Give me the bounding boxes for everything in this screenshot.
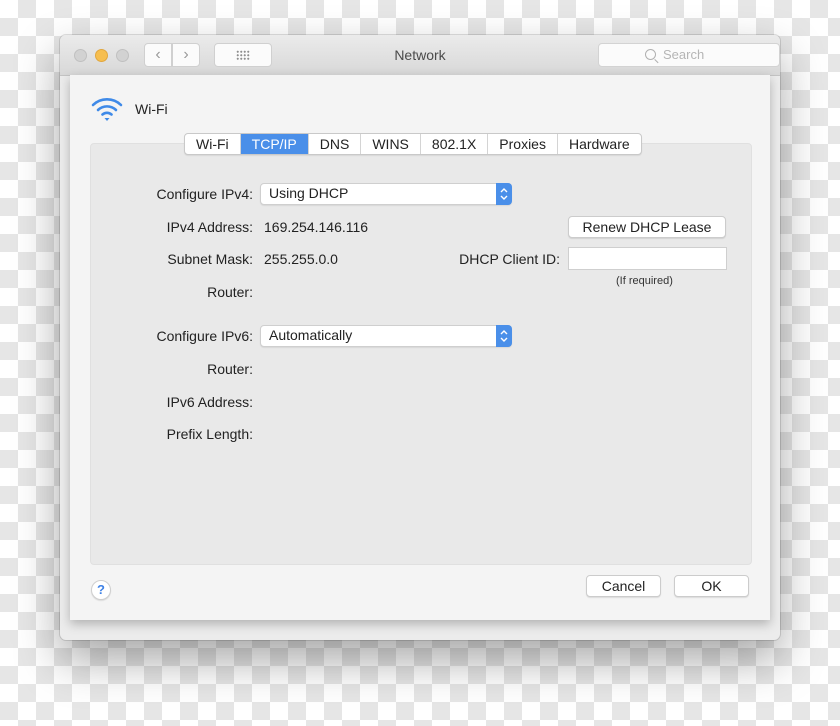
dhcp-client-id-label: DHCP Client ID: [459, 251, 560, 267]
tab-8021x[interactable]: 802.1X [421, 134, 489, 154]
tab-proxies[interactable]: Proxies [488, 134, 558, 154]
configure-ipv6-value: Automatically [269, 327, 353, 343]
dhcp-client-id-field[interactable] [568, 247, 727, 270]
tab-wins[interactable]: WINS [361, 134, 421, 154]
tab-dns[interactable]: DNS [309, 134, 362, 154]
popup-stepper-icon [496, 183, 512, 205]
tab-content-panel [90, 143, 752, 565]
subnet-mask-label: Subnet Mask: [167, 251, 253, 267]
ok-button[interactable]: OK [674, 575, 749, 597]
renew-dhcp-lease-button[interactable]: Renew DHCP Lease [568, 216, 726, 238]
cancel-button[interactable]: Cancel [586, 575, 661, 597]
prefix-length-label: Prefix Length: [166, 426, 253, 442]
tab-tcpip[interactable]: TCP/IP [240, 134, 309, 154]
tab-wifi[interactable]: Wi-Fi [185, 134, 241, 154]
ipv4-router-label: Router: [207, 284, 253, 300]
help-button[interactable]: ? [91, 580, 111, 600]
interface-name: Wi-Fi [135, 101, 168, 117]
configure-ipv4-value: Using DHCP [269, 185, 349, 201]
configure-ipv4-label: Configure IPv4: [156, 186, 254, 202]
ipv4-address-value: 169.254.146.116 [264, 219, 369, 235]
search-field[interactable]: Search [598, 43, 780, 67]
network-preferences-window: ‹ › Network Search Wi-Fi Wi-Fi TCP/IP DN… [60, 35, 780, 640]
subnet-mask-value: 255.255.0.0 [264, 251, 338, 267]
ipv4-address-label: IPv4 Address: [166, 219, 253, 235]
search-icon [645, 49, 656, 60]
ipv6-address-label: IPv6 Address: [166, 394, 253, 410]
wifi-icon [91, 98, 123, 121]
title-bar: ‹ › Network Search [60, 35, 780, 76]
popup-stepper-icon [496, 325, 512, 347]
configure-ipv6-popup[interactable]: Automatically [260, 325, 512, 347]
tab-hardware[interactable]: Hardware [558, 134, 641, 154]
configure-ipv6-label: Configure IPv6: [156, 328, 254, 344]
advanced-settings-sheet: Wi-Fi Wi-Fi TCP/IP DNS WINS 802.1X Proxi… [70, 75, 770, 620]
dhcp-client-id-hint: (If required) [616, 275, 673, 287]
ipv6-router-label: Router: [207, 361, 253, 377]
tab-bar: Wi-Fi TCP/IP DNS WINS 802.1X Proxies Har… [184, 133, 642, 155]
configure-ipv4-popup[interactable]: Using DHCP [260, 183, 512, 205]
search-placeholder: Search [663, 47, 705, 62]
